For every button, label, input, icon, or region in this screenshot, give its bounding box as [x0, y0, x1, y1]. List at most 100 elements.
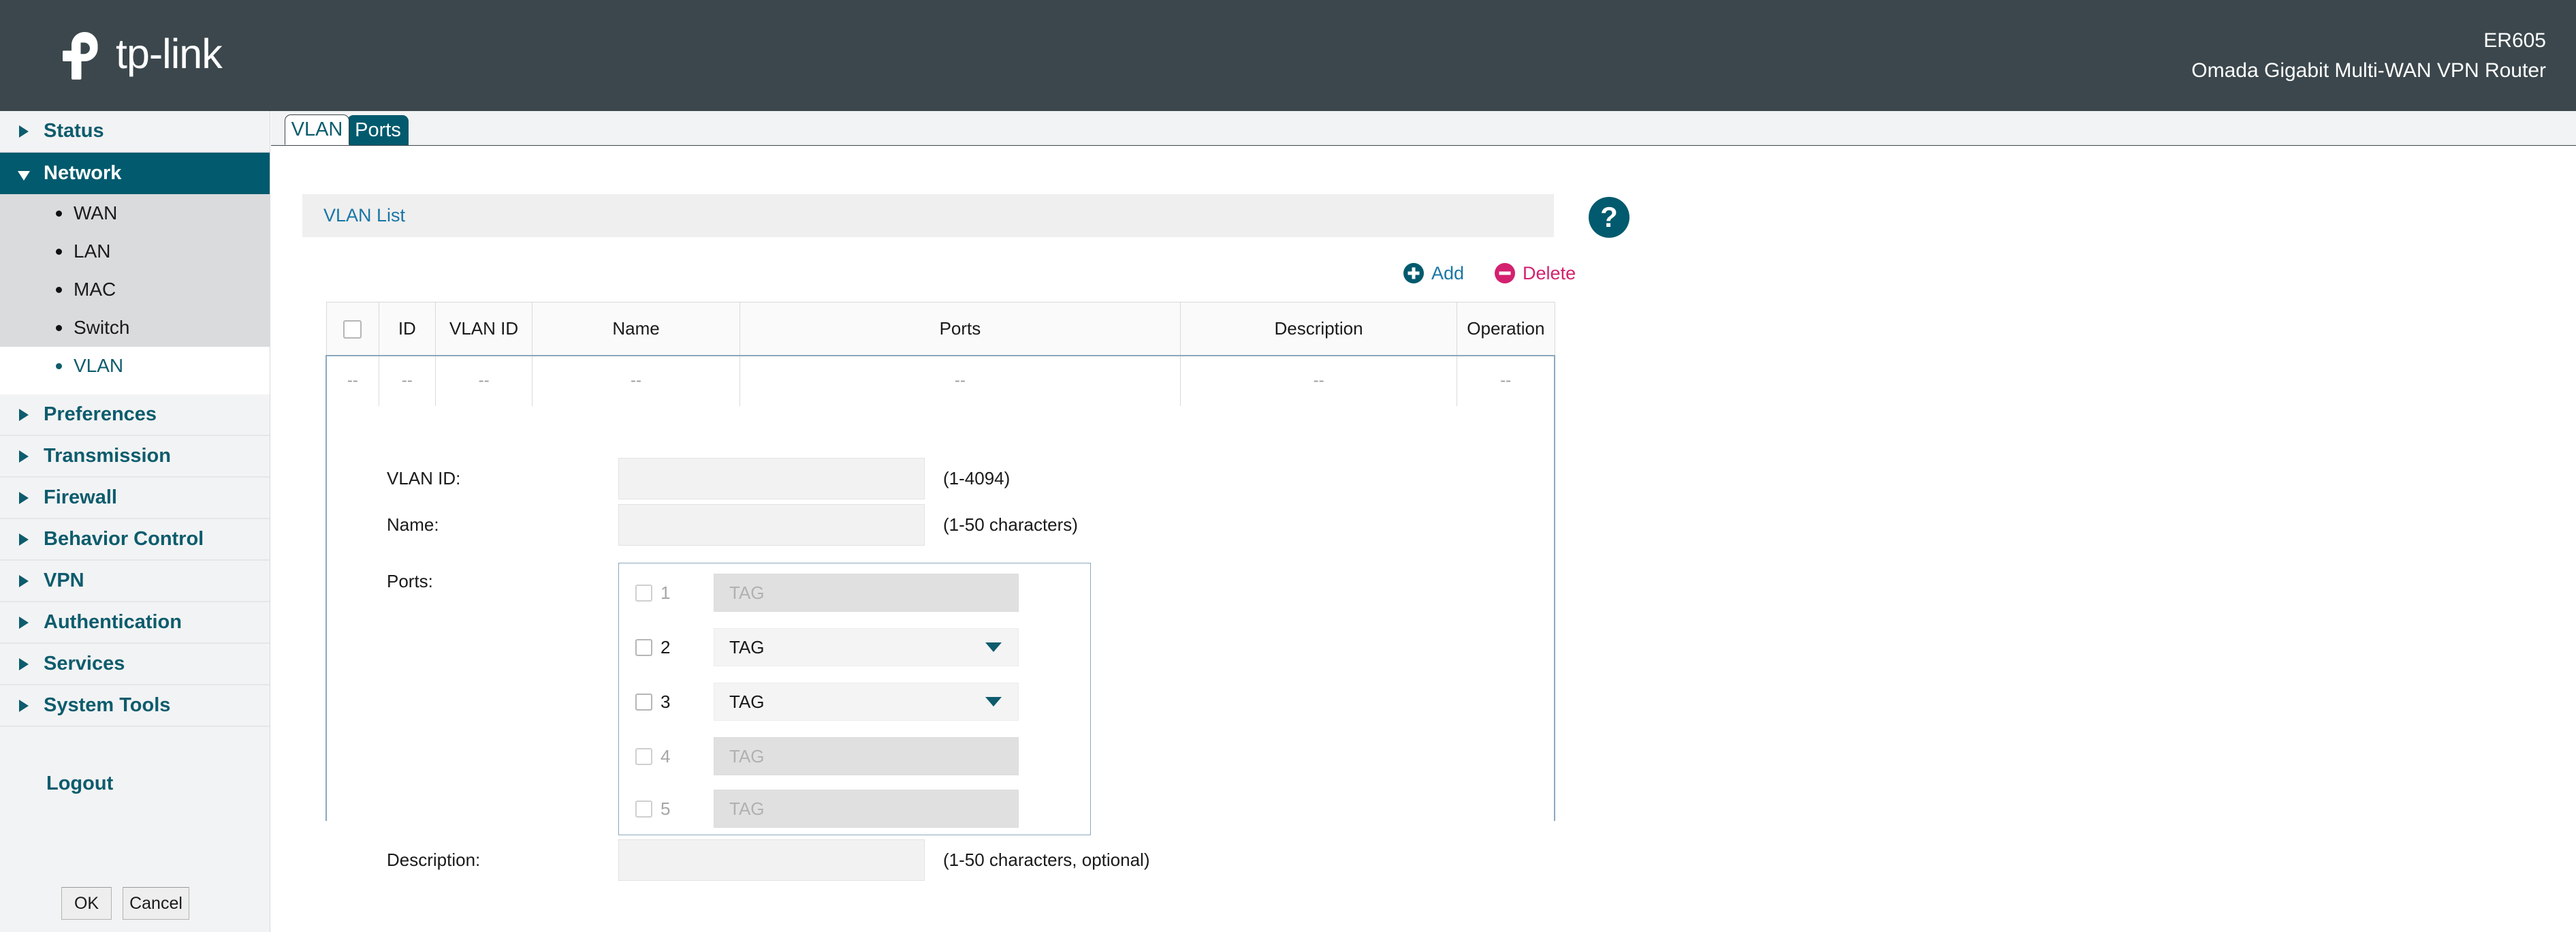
select-all-checkbox[interactable] — [343, 320, 362, 339]
ok-button[interactable]: OK — [61, 887, 112, 920]
form-row-vlan-id: VLAN ID: (1-4094) — [387, 458, 1010, 499]
sidebar-item-wan[interactable]: WAN — [0, 194, 270, 232]
sidebar-subnav-network: WAN LAN MAC Switch VLAN — [0, 194, 270, 394]
tab-vlan[interactable]: VLAN — [285, 114, 349, 145]
cell-operation: -- — [1457, 356, 1555, 407]
bullet-icon — [56, 287, 62, 293]
logout-button[interactable]: Logout — [46, 773, 113, 795]
port-row-3: 3 TAG — [635, 683, 1019, 721]
port-1-checkbox — [635, 585, 652, 602]
name-input[interactable] — [618, 504, 925, 546]
device-description: Omada Gigabit Multi-WAN VPN Router — [2191, 56, 2546, 86]
sidebar-label-system-tools: System Tools — [44, 694, 170, 717]
sidebar-item-vpn[interactable]: VPN — [0, 561, 270, 602]
chevron-right-icon — [19, 450, 29, 463]
logout-area: Logout — [0, 727, 270, 816]
bullet-icon — [56, 249, 62, 255]
sidebar-item-behavior-control[interactable]: Behavior Control — [0, 519, 270, 561]
vlan-id-hint: (1-4094) — [943, 468, 1010, 489]
sidebar-item-transmission[interactable]: Transmission — [0, 436, 270, 478]
port-2-tag-select[interactable]: TAG — [714, 628, 1019, 666]
add-button[interactable]: Add — [1403, 262, 1464, 284]
sidebar-label-services: Services — [44, 653, 125, 675]
svg-text:?: ? — [1600, 201, 1618, 233]
port-5-number: 5 — [661, 798, 693, 820]
port-3-number: 3 — [661, 692, 693, 713]
name-hint: (1-50 characters) — [943, 514, 1078, 535]
vlan-id-label: VLAN ID: — [387, 468, 618, 489]
sidebar-label-lan: LAN — [74, 240, 110, 262]
column-name: Name — [532, 302, 740, 356]
tab-ports[interactable]: Ports — [347, 115, 409, 145]
cell-description: -- — [1180, 356, 1457, 407]
sidebar-item-system-tools[interactable]: System Tools — [0, 685, 270, 727]
sidebar-item-vlan[interactable]: VLAN — [0, 347, 270, 385]
sidebar-label-firewall: Firewall — [44, 486, 117, 509]
sidebar-item-switch[interactable]: Switch — [0, 309, 270, 347]
column-description: Description — [1180, 302, 1457, 356]
sidebar-label-authentication: Authentication — [44, 611, 182, 634]
sidebar-item-status[interactable]: Status — [0, 111, 270, 153]
vlan-list-header: VLAN List — [302, 194, 1554, 237]
description-hint: (1-50 characters, optional) — [943, 850, 1149, 871]
port-row-1: 1 TAG — [635, 574, 1019, 612]
brand-logo[interactable]: tp-link — [60, 32, 222, 80]
port-4-tag-value: TAG — [729, 746, 765, 767]
ports-label: Ports: — [387, 571, 433, 592]
port-3-checkbox[interactable] — [635, 694, 652, 711]
chevron-down-icon — [985, 697, 1002, 706]
table-toolbar: Add Delete — [1403, 262, 1576, 284]
sidebar-item-firewall[interactable]: Firewall — [0, 478, 270, 519]
sidebar-label-network: Network — [44, 162, 121, 185]
sidebar-item-lan[interactable]: LAN — [0, 232, 270, 270]
port-2-checkbox[interactable] — [635, 639, 652, 656]
cell-vlan-id: -- — [435, 356, 532, 407]
port-1-tag-value: TAG — [729, 582, 765, 604]
device-model: ER605 — [2191, 26, 2546, 56]
column-operation: Operation — [1457, 302, 1555, 356]
table-row: -- -- -- -- -- -- -- — [326, 356, 1555, 407]
cell-id: -- — [379, 356, 435, 407]
bullet-icon — [56, 325, 62, 331]
sidebar-label-vlan: VLAN — [74, 355, 123, 377]
name-label: Name: — [387, 514, 618, 535]
sidebar-item-services[interactable]: Services — [0, 644, 270, 685]
delete-label: Delete — [1523, 263, 1576, 284]
port-3-tag-value: TAG — [729, 692, 765, 713]
help-question-icon[interactable]: ? — [1588, 196, 1630, 238]
port-5-checkbox — [635, 801, 652, 818]
delete-button[interactable]: Delete — [1494, 262, 1576, 284]
chevron-down-icon — [985, 642, 1002, 652]
port-4-number: 4 — [661, 746, 693, 767]
minus-circle-icon — [1494, 262, 1516, 284]
tab-bar: VLAN Ports — [271, 111, 2576, 146]
chevron-right-icon — [19, 409, 29, 421]
form-row-description: Description: (1-50 characters, optional) — [387, 839, 1149, 881]
device-info: ER605 Omada Gigabit Multi-WAN VPN Router — [2191, 26, 2546, 85]
port-2-tag-value: TAG — [729, 637, 765, 658]
cell-select: -- — [326, 356, 379, 407]
sidebar-item-mac[interactable]: MAC — [0, 270, 270, 309]
vlan-id-input[interactable] — [618, 458, 925, 499]
port-row-4: 4 TAG — [635, 737, 1019, 775]
chevron-right-icon — [19, 533, 29, 546]
column-id: ID — [379, 302, 435, 356]
sidebar-item-preferences[interactable]: Preferences — [0, 394, 270, 436]
sidebar-item-authentication[interactable]: Authentication — [0, 602, 270, 644]
ports-selection-box: 1 TAG 2 TAG 3 TAG 4 TAG 5 TAG — [618, 563, 1091, 835]
port-3-tag-select[interactable]: TAG — [714, 683, 1019, 721]
chevron-right-icon — [19, 658, 29, 670]
port-4-tag-select: TAG — [714, 737, 1019, 775]
description-input[interactable] — [618, 839, 925, 881]
column-select-all — [326, 302, 379, 356]
port-4-checkbox — [635, 748, 652, 765]
bullet-icon — [56, 211, 62, 217]
cancel-button[interactable]: Cancel — [123, 887, 189, 920]
port-row-2: 2 TAG — [635, 628, 1019, 666]
sidebar-item-network[interactable]: Network — [0, 153, 270, 194]
subnav-spacer — [0, 385, 270, 394]
port-row-5: 5 TAG — [635, 790, 1019, 828]
logo-wordmark: tp-link — [116, 33, 222, 78]
sidebar-label-vpn: VPN — [44, 570, 84, 592]
form-row-name: Name: (1-50 characters) — [387, 504, 1078, 546]
